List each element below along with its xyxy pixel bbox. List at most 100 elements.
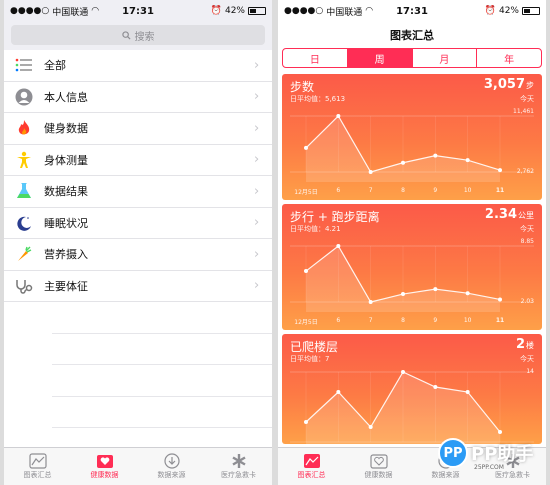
data-point — [433, 287, 438, 292]
chevron-right-icon: › — [254, 215, 260, 231]
list-item-label: 健身数据 — [44, 122, 88, 136]
tab-label: 图表汇总 — [297, 471, 326, 479]
battery-icon — [248, 7, 266, 15]
watermark: PP PP助手 25PP.COM — [438, 435, 542, 471]
data-point — [368, 425, 373, 429]
x-tick-label: 8 — [401, 187, 405, 194]
steps-card[interactable]: 步数 日平均值：5,613 3,057步 今天 11,461 2,762 12月… — [282, 74, 542, 200]
chart-icon — [303, 454, 320, 468]
x-tick-label: 12月5日 — [294, 189, 318, 196]
segment-day[interactable]: 日 — [283, 49, 348, 67]
segment-week[interactable]: 周 — [347, 49, 413, 67]
x-tick-label: 6 — [336, 187, 341, 194]
list-item-label: 营养摄入 — [44, 248, 88, 262]
list-item-nutrition[interactable]: 营养摄入 › — [4, 239, 272, 271]
x-tick-label: 10 — [463, 187, 472, 194]
category-list: 全部 › 本人信息 › 健身数据 › 身体测量 › 数据结果 › 睡眠状况 › — [4, 50, 272, 302]
list-item-results[interactable]: 数据结果 › — [4, 176, 272, 208]
carrier-label: 中国联通 — [326, 7, 363, 18]
tab-bar: 图表汇总 健康数据 数据来源 医疗急救卡 — [4, 447, 272, 485]
search-input[interactable]: 搜索 — [11, 25, 265, 45]
list-item-label: 主要体征 — [44, 279, 88, 293]
list-item-all[interactable]: 全部 › — [4, 50, 272, 82]
wifi-icon: ◠ — [91, 6, 100, 16]
segment-year[interactable]: 年 — [477, 49, 541, 67]
period-segmented-control: 日 周 月 年 — [282, 48, 542, 68]
chevron-right-icon: › — [254, 120, 260, 136]
health-data-icon — [369, 454, 388, 469]
battery-group: ⏰ 42% — [485, 6, 540, 16]
list-item-sleep[interactable]: 睡眠状况 › — [4, 208, 272, 239]
battery-percent: 42% — [498, 6, 519, 16]
list-item-label: 睡眠状况 — [44, 216, 88, 230]
data-point — [498, 168, 502, 173]
data-point — [401, 160, 405, 165]
x-tick-label: 11 — [495, 187, 505, 194]
empty-row — [52, 302, 272, 334]
download-icon — [163, 453, 180, 469]
list-item-fitness[interactable]: 健身数据 › — [4, 113, 272, 145]
status-bar: ●●●●○ 中国联通 ◠ 17:31 ⏰ 42% — [278, 0, 546, 22]
list-item-label: 本人信息 — [44, 90, 88, 104]
x-tick-label: 7 — [368, 187, 373, 194]
tab-dashboard[interactable]: 图表汇总 — [278, 448, 345, 485]
carrier-group: ●●●●○ 中国联通 ◠ — [284, 5, 373, 18]
list-item-label: 身体测量 — [44, 153, 88, 167]
data-point — [336, 390, 341, 394]
flask-icon — [17, 183, 31, 199]
moon-icon — [17, 216, 31, 231]
battery-icon — [522, 7, 540, 15]
battery-percent: 42% — [224, 6, 245, 16]
signal-icon: ●●●●○ — [10, 6, 50, 16]
segment-month[interactable]: 月 — [413, 49, 478, 67]
x-tick-label: 12月5日 — [294, 319, 318, 326]
data-point — [465, 158, 470, 163]
tab-sources[interactable]: 数据来源 — [138, 448, 205, 485]
dashboard-screen: ●●●●○ 中国联通 ◠ 17:31 ⏰ 42% 图表汇总 日 周 月 年 步数… — [278, 0, 546, 485]
tab-dashboard[interactable]: 图表汇总 — [4, 448, 71, 485]
list-item-vitals[interactable]: 主要体征 › — [4, 271, 272, 302]
chart-icon — [28, 453, 47, 469]
watermark-logo: PP — [438, 438, 468, 468]
data-point — [368, 300, 373, 304]
distance-card[interactable]: 步行 + 跑步距离 日平均值：4.21 2.34公里 今天 8.85 2.03 … — [282, 204, 542, 330]
data-point — [304, 145, 308, 150]
floors-chart — [290, 370, 534, 444]
signal-icon: ●●●●○ — [284, 6, 324, 16]
x-tick-label: 6 — [336, 317, 341, 324]
star-of-life-icon — [231, 454, 246, 468]
battery-group: ⏰ 42% — [211, 6, 266, 16]
empty-row — [52, 397, 272, 428]
empty-row — [52, 334, 272, 365]
page-title: 图表汇总 — [390, 29, 434, 42]
x-tick-label: 9 — [433, 187, 438, 194]
tab-label: 医疗急救卡 — [495, 471, 530, 479]
tab-health-data[interactable]: 健康数据 — [345, 448, 412, 485]
x-tick-label: 10 — [463, 317, 472, 324]
data-point — [336, 114, 341, 118]
data-point — [368, 170, 373, 174]
data-point — [304, 420, 308, 424]
data-point — [433, 153, 438, 158]
list-item-body[interactable]: 身体测量 › — [4, 145, 272, 176]
data-point — [498, 297, 502, 302]
tab-label: 健康数据 — [90, 471, 119, 479]
data-point — [401, 292, 405, 297]
watermark-text: PP助手 — [471, 444, 534, 465]
floors-area — [306, 372, 500, 444]
distance-chart — [290, 244, 534, 312]
list-item-me[interactable]: 本人信息 › — [4, 82, 272, 113]
flame-icon — [18, 120, 30, 135]
search-placeholder: 搜索 — [134, 31, 155, 43]
x-tick-label: 8 — [401, 317, 405, 324]
tab-health-data[interactable]: 健康数据 — [71, 448, 138, 485]
data-point — [465, 291, 470, 296]
steps-chart — [290, 114, 534, 182]
alarm-icon: ⏰ — [210, 6, 222, 16]
tab-medical-id[interactable]: 医疗急救卡 — [205, 448, 272, 485]
floors-card[interactable]: 已爬楼层 日平均值：7 2楼 今天 14 — [282, 334, 542, 444]
chevron-right-icon: › — [254, 57, 260, 73]
carrier-group: ●●●●○ 中国联通 ◠ — [10, 5, 99, 18]
chevron-right-icon: › — [254, 89, 260, 105]
person-icon — [15, 88, 33, 106]
